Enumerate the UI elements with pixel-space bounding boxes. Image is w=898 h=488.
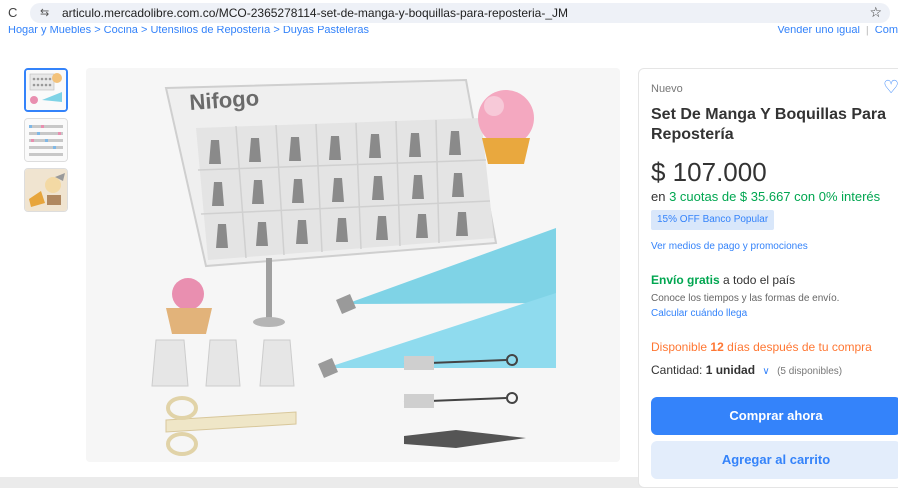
site-settings-icon[interactable]: ⇆ (40, 6, 49, 19)
stock-suffix: días después de tu compra (727, 340, 872, 354)
installments: en 3 cuotas de $ 35.667 con 0% interés (651, 189, 880, 204)
stock-availability: Disponible 12 días después de tu compra (651, 340, 872, 354)
link-separator: | (865, 26, 869, 36)
thumbnail-3[interactable] (24, 168, 68, 212)
thumbnail-3-image (25, 169, 67, 211)
sell-same-link[interactable]: Vender uno igual (777, 26, 860, 36)
shipping-scope: a todo el país (723, 273, 796, 287)
product-price: $ 107.000 (651, 157, 767, 187)
free-shipping-label: Envío gratis (651, 273, 720, 287)
product-title: Set De Manga Y Boquillas Para Repostería (651, 106, 887, 143)
quantity-selector[interactable]: Cantidad: 1 unidad ∨ (5 disponibles) (651, 363, 842, 377)
calculate-delivery-link[interactable]: Calcular cuándo llega (651, 308, 747, 319)
condition-label: Nuevo (651, 83, 683, 95)
chevron-down-icon[interactable]: ∨ (762, 366, 769, 377)
product-card: Nifogo Nuevo ♡ Set De Manga Y Boquillas … (0, 42, 898, 488)
url-text[interactable]: articulo.mercadolibre.com.co/MCO-2365278… (62, 6, 568, 20)
add-to-cart-button[interactable]: Agregar al carrito (651, 441, 898, 479)
breadcrumb-bar: Hogar y Muebles > Cocina > Utensilios de… (0, 26, 898, 42)
share-link[interactable]: Com (875, 26, 898, 36)
buy-now-button[interactable]: Comprar ahora (651, 397, 898, 435)
thumbnail-1-image (26, 70, 66, 110)
installments-prefix: en (651, 189, 666, 204)
product-photo: Nifogo (86, 68, 620, 462)
stock-prefix: Disponible (651, 340, 708, 354)
available-count: (5 disponibles) (777, 366, 843, 377)
browser-toolbar: C ⇆ articulo.mercadolibre.com.co/MCO-236… (0, 0, 898, 26)
address-bar[interactable]: ⇆ articulo.mercadolibre.com.co/MCO-23652… (30, 3, 890, 23)
shipping-note: Conoce los tiempos y las formas de envío… (651, 293, 840, 304)
breadcrumb[interactable]: Hogar y Muebles > Cocina > Utensilios de… (8, 26, 369, 36)
payment-methods-link[interactable]: Ver medios de pago y promociones (651, 241, 808, 252)
quantity-label: Cantidad: (651, 363, 703, 377)
buy-box: Nuevo ♡ Set De Manga Y Boquillas Para Re… (638, 68, 898, 488)
thumbnail-1[interactable] (24, 68, 68, 112)
bookmark-star-icon[interactable]: ☆ (869, 4, 882, 21)
installments-detail[interactable]: 3 cuotas de $ 35.667 con 0% interés (669, 189, 880, 204)
stock-days: 12 (710, 340, 724, 354)
reload-icon[interactable]: C (8, 5, 17, 20)
thumbnail-2[interactable] (24, 118, 68, 162)
shipping-info: Envío gratis a todo el país (651, 273, 795, 287)
sell-links: Vender uno igual | Com (777, 26, 898, 36)
thumbnail-2-image (25, 119, 67, 161)
quantity-value[interactable]: 1 unidad (706, 363, 755, 377)
brand-logo: Nifogo (189, 85, 260, 115)
discount-badge: 15% OFF Banco Popular (651, 210, 775, 230)
heart-icon[interactable]: ♡ (883, 77, 898, 98)
main-product-image[interactable]: Nifogo (86, 68, 620, 462)
